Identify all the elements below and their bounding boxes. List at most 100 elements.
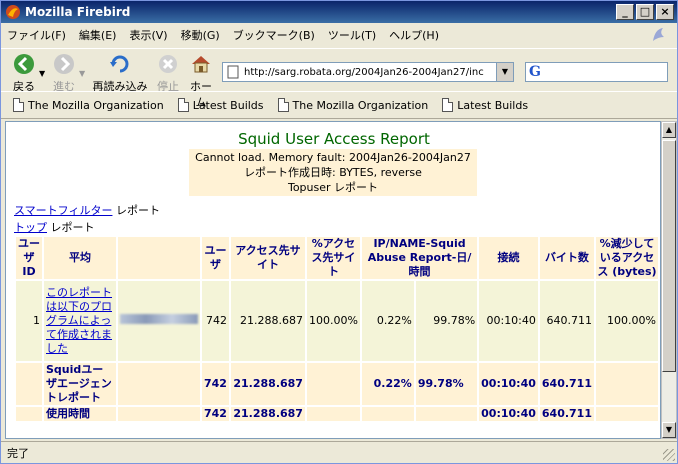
bookmark-item[interactable]: Latest Builds [177,98,264,112]
bookmark-item[interactable]: The Mozilla Organization [13,98,164,112]
row-bytes: 640.711 [539,281,594,361]
forward-dropdown-icon[interactable]: ▼ [79,69,85,78]
stop-icon [159,55,177,73]
col-placeholder [118,237,200,279]
col-pct-sites: %アクセス先サイト [306,237,360,279]
row-ip[interactable] [118,281,200,361]
col-user-id: ユーザID [16,237,42,279]
row-note: このレポートは以下のプログラムによって作成されました [44,281,116,361]
total-row: Squidユーザエージェントレポート 742 21.288.687 0.22% … [16,363,658,405]
info-line-1: Cannot load. Memory fault: 2004Jan26-200… [195,151,471,164]
col-pct-bytes: %減少しているアクセス (bytes) [596,237,658,279]
usage-label: 使用時間 [44,407,116,421]
page-content: Squid User Access Report Cannot load. Me… [5,121,661,439]
total-blank [118,363,200,405]
col-connect: 接続 [479,237,538,279]
menu-tools[interactable]: ツール(T) [328,27,376,43]
bookmark-page-icon [177,98,189,112]
status-bar: 完了 [1,441,677,463]
bookmark-page-icon [442,98,454,112]
usage-sites: 21.288.687 [230,407,305,421]
menu-bar: ファイル(F) 編集(E) 表示(V) 移動(G) ブックマーク(B) ツール(… [1,23,677,47]
throbber-icon [653,28,664,41]
col-abuse-report: IP/NAME-Squid Abuse Report-日/時間 [361,237,478,279]
close-button[interactable]: × [656,4,674,20]
ip-address-redacted[interactable] [120,314,198,324]
bookmark-label: The Mozilla Organization [28,98,164,112]
forward-arrow-icon [54,54,74,74]
maximize-button[interactable]: □ [636,4,654,20]
bookmark-label: Latest Builds [192,98,264,112]
usage-blank [361,407,414,421]
menu-file[interactable]: ファイル(F) [7,27,66,43]
bookmark-label: Latest Builds [457,98,529,112]
total-users: 742 [202,363,229,405]
smart-filter-link[interactable]: スマートフィルター [14,204,112,217]
report-info: Cannot load. Memory fault: 2004Jan26-200… [189,149,477,196]
scroll-down-icon[interactable]: ▼ [662,422,676,438]
row-value-1: 0.22% [361,281,414,361]
url-dropdown-icon[interactable]: ▼ [496,63,513,81]
table-row: 1 このレポートは以下のプログラムによって作成されました 742 21.288.… [16,281,658,361]
bookmark-item[interactable]: The Mozilla Organization [277,98,429,112]
search-box[interactable]: G [525,62,668,82]
vertical-scrollbar[interactable]: ▲ ▼ [661,121,677,439]
bookmark-page-icon [13,98,24,112]
google-search-icon: G [529,64,541,80]
usage-blank [16,407,42,421]
total-time: 00:10:40 [479,363,538,405]
row-time: 00:10:40 [479,281,538,361]
bookmark-label: The Mozilla Organization [292,98,429,112]
minimize-button[interactable]: _ [616,4,634,20]
forward-button[interactable]: 進む [49,53,79,94]
scroll-up-icon[interactable]: ▲ [662,122,676,138]
firebird-app-icon [6,5,20,19]
menu-go[interactable]: 移動(G) [181,27,220,43]
back-button[interactable]: 戻る [7,53,41,94]
info-line-2: レポート作成日時: BYTES, reverse [244,166,422,179]
window-title: Mozilla Firebird [25,5,131,19]
nav-text: レポート [47,221,95,234]
resize-grip-icon[interactable] [663,449,675,461]
navigation-toolbar: 戻る ▼ 進む ▼ 再読み込み 停止 ホーム http://sarg.robat… [1,48,677,109]
menu-view[interactable]: 表示(V) [129,27,167,43]
generator-link[interactable]: このレポートは以下のプログラムによって作成されました [46,286,112,355]
title-bar: Mozilla Firebird _ □ × [1,1,677,23]
menu-edit[interactable]: 編集(E) [79,27,117,43]
total-bytes: 640.711 [539,363,594,405]
reload-button[interactable]: 再読み込み [89,53,151,94]
col-bytes: バイト数 [539,237,594,279]
status-text: 完了 [7,446,29,460]
row-number: 1 [16,281,42,361]
row-value-2: 99.78% [415,281,478,361]
stop-button[interactable]: 停止 [153,53,183,94]
total-blank [306,363,360,405]
back-dropdown-icon[interactable]: ▼ [39,69,45,78]
usage-blank [306,407,360,421]
nav-smart-filter: スマートフィルター レポート [14,202,160,218]
top-link[interactable]: トップ [14,221,47,234]
usage-bytes: 640.711 [539,407,594,421]
scroll-thumb[interactable] [662,140,676,372]
usage-blank [596,407,658,421]
url-bar[interactable]: http://sarg.robata.org/2004Jan26-2004Jan… [222,62,514,82]
info-line-3: Topuser レポート [287,181,379,194]
nav-text: レポート [112,204,160,217]
back-arrow-icon [14,54,34,74]
total-label: Squidユーザエージェントレポート [44,363,116,405]
usage-blank [118,407,200,421]
report-title: Squid User Access Report [238,130,430,148]
total-value-1: 0.22% [361,363,414,405]
usage-users: 742 [202,407,229,421]
page-icon [227,65,239,79]
usage-blank [415,407,478,421]
url-text[interactable]: http://sarg.robata.org/2004Jan26-2004Jan… [244,67,496,78]
total-blank [16,363,42,405]
menu-bookmarks[interactable]: ブックマーク(B) [233,27,315,43]
bookmark-item[interactable]: Latest Builds [442,98,528,112]
col-users: ユーザ [202,237,229,279]
menu-help[interactable]: ヘルプ(H) [389,27,439,43]
usage-time: 00:10:40 [479,407,538,421]
row-sites: 21.288.687 [230,281,305,361]
total-sites: 21.288.687 [230,363,305,405]
